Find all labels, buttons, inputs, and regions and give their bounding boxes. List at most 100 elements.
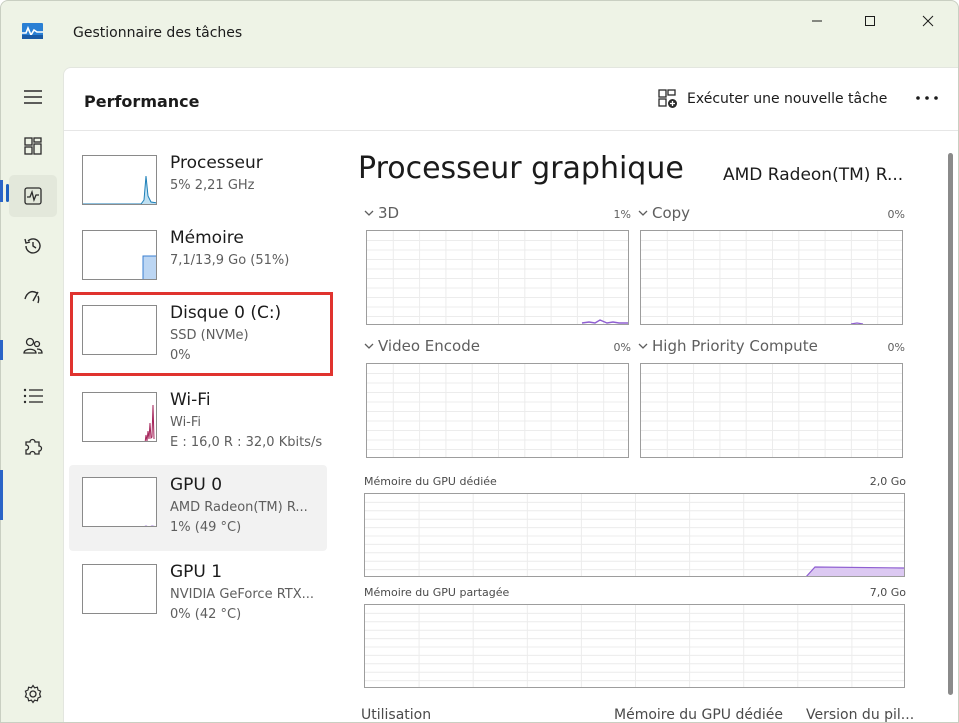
gpu0-mini-chart [144, 525, 156, 526]
driver-version-label: Version du pil... [806, 707, 915, 723]
vertical-scrollbar[interactable] [941, 131, 958, 722]
minimize-button[interactable] [794, 9, 840, 33]
utilization-label: Utilisation [361, 707, 432, 723]
engine-3d-dropdown[interactable]: 3D [364, 204, 399, 222]
engine-copy-dropdown[interactable]: Copy [638, 204, 690, 222]
more-dots-icon [916, 96, 938, 100]
engine-video-encode-dropdown[interactable]: Video Encode [364, 337, 480, 355]
engine-copy-percent: 0% [887, 208, 905, 221]
device-name: GPU 0 [170, 475, 223, 495]
shared-memory-max: 7,0 Go [869, 586, 906, 599]
engine-video-encode-grid [367, 364, 628, 457]
wifi-thumbnail-graph [82, 392, 157, 442]
nav-performance[interactable] [9, 175, 57, 217]
engine-copy-graph [640, 230, 903, 325]
engine-video-encode-percent: 0% [613, 341, 631, 354]
more-options-button[interactable] [912, 86, 942, 110]
memory-mini-chart [142, 255, 156, 279]
engine-label: 3D [378, 204, 400, 222]
shared-memory-graph [364, 604, 905, 688]
memory-thumbnail-graph [82, 230, 157, 280]
wifi-mini-chart [144, 404, 155, 441]
details-list-icon [23, 388, 43, 404]
nav-processes[interactable] [9, 125, 57, 167]
new-task-icon [658, 89, 677, 108]
engine-label: Copy [652, 204, 691, 222]
gpu0-thumbnail-graph [82, 477, 157, 527]
cpu-thumbnail-graph [82, 155, 157, 205]
hamburger-menu-button[interactable] [9, 76, 57, 118]
performance-content: Performance Exécuter une nouvelle tâche … [63, 67, 958, 723]
edge-accent [0, 340, 3, 360]
chevron-down-icon [364, 343, 374, 349]
dedicated-memory-max: 2,0 Go [869, 475, 906, 488]
device-usage: 1% (49 °C) [170, 520, 242, 535]
chevron-down-icon [638, 210, 648, 216]
device-stat: NVIDIA GeForce RTX... [170, 587, 315, 602]
dedicated-memory-graph [364, 493, 905, 577]
engine-3d-percent: 1% [613, 208, 631, 221]
device-gpu-0[interactable]: GPU 0 AMD Radeon(TM) R... 1% (49 °C) [69, 465, 327, 551]
chevron-down-icon [638, 343, 648, 349]
cpu-mini-chart [83, 175, 156, 204]
edge-accent [0, 470, 3, 520]
performance-icon [24, 187, 42, 205]
device-usage: 0% (42 °C) [170, 607, 242, 622]
maximize-icon [865, 16, 875, 26]
title-bar: Gestionnaire des tâches [1, 1, 958, 63]
gpu1-thumbnail-graph [82, 564, 157, 614]
nav-services[interactable] [9, 425, 57, 467]
engine-3d-grid [367, 231, 628, 324]
device-name: GPU 1 [170, 562, 223, 582]
startup-speedometer-icon [24, 290, 40, 304]
dedicated-memory-grid [365, 494, 904, 576]
task-manager-window: Gestionnaire des tâches Performance Exéc… [0, 0, 959, 723]
device-stat: AMD Radeon(TM) R... [170, 500, 308, 515]
engine-3d-graph [366, 230, 629, 325]
close-icon [922, 15, 934, 27]
close-button[interactable] [905, 9, 951, 33]
services-puzzle-icon [25, 438, 43, 455]
engine-high-priority-compute-percent: 0% [887, 341, 905, 354]
gpu-detail-title: Processeur graphique [358, 151, 684, 186]
content-header: Performance Exécuter une nouvelle tâche [64, 68, 958, 131]
chevron-down-icon [364, 210, 374, 216]
engine-high-priority-compute-dropdown[interactable]: High Priority Compute [638, 337, 818, 355]
engine-high-priority-compute-grid [641, 364, 902, 457]
task-manager-app-icon [22, 23, 43, 39]
maximize-button[interactable] [847, 9, 893, 33]
engine-label: High Priority Compute [652, 337, 818, 355]
nav-users[interactable] [9, 325, 57, 367]
device-cpu[interactable]: Processeur 5% 2,21 GHz [69, 143, 327, 229]
device-stat: Wi-Fi [170, 415, 202, 430]
nav-app-history[interactable] [9, 225, 57, 267]
window-title: Gestionnaire des tâches [73, 25, 243, 41]
history-icon [24, 238, 41, 254]
device-stat: 7,1/13,9 Go (51%) [170, 253, 290, 268]
dedicated-memory-label: Mémoire du GPU dédiée [364, 475, 497, 488]
device-stat: 5% 2,21 GHz [170, 178, 255, 193]
device-name: Processeur [170, 153, 263, 173]
device-name: Wi-Fi [170, 390, 211, 410]
processes-grid-icon [24, 137, 42, 155]
nav-details[interactable] [9, 375, 57, 417]
device-throughput: E : 16,0 R : 32,0 Kbits/s [170, 435, 323, 450]
engine-copy-grid [641, 231, 902, 324]
engine-label: Video Encode [378, 337, 480, 355]
shared-memory-grid [365, 605, 904, 687]
edge-accent [0, 180, 3, 202]
shared-memory-label: Mémoire du GPU partagée [364, 586, 510, 599]
nav-startup-apps[interactable] [9, 275, 57, 317]
nav-settings[interactable] [9, 673, 57, 715]
page-title: Performance [84, 92, 200, 111]
device-gpu-1[interactable]: GPU 1 NVIDIA GeForce RTX... 0% (42 °C) [69, 552, 327, 638]
run-new-task-label: Exécuter une nouvelle tâche [687, 91, 888, 107]
minimize-icon [812, 20, 822, 22]
device-wifi[interactable]: Wi-Fi Wi-Fi E : 16,0 R : 32,0 Kbits/s [69, 380, 327, 466]
gear-icon [24, 684, 42, 704]
hamburger-icon [24, 90, 42, 104]
scrollbar-thumb[interactable] [948, 153, 953, 695]
run-new-task-button[interactable]: Exécuter une nouvelle tâche [658, 88, 887, 110]
engine-high-priority-compute-graph [640, 363, 903, 458]
dedicated-memory-stat-label: Mémoire du GPU dédiée [614, 707, 783, 723]
